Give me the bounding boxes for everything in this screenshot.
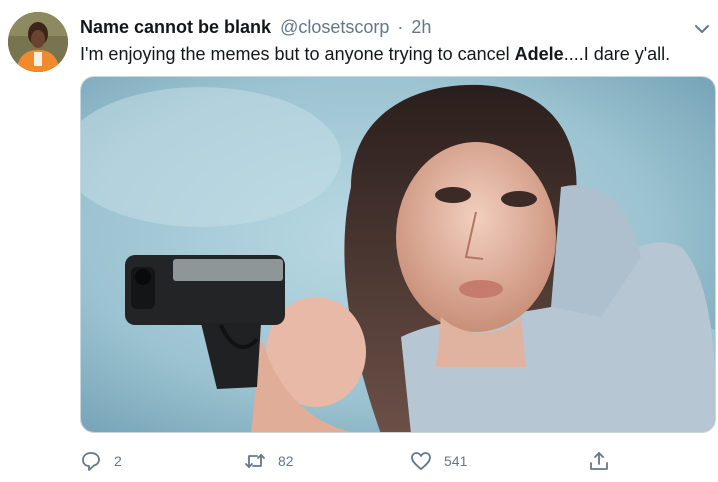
share-icon	[590, 452, 608, 470]
tweet-text-after: ....I dare y'all.	[563, 44, 671, 64]
tweet-media[interactable]	[80, 76, 716, 433]
tweet-header: Name cannot be blank @closetscorp · 2h	[80, 16, 431, 38]
reply-count: 2	[114, 453, 122, 469]
display-name[interactable]: Name cannot be blank	[80, 17, 271, 37]
timestamp[interactable]: 2h	[411, 17, 431, 37]
share-button[interactable]	[588, 446, 610, 476]
tweet-actions: 2 82 541	[80, 446, 716, 476]
reply-icon	[82, 452, 100, 471]
retweet-count: 82	[278, 453, 294, 469]
avatar[interactable]	[8, 12, 68, 72]
tweet-text: I'm enjoying the memes but to anyone try…	[80, 42, 710, 66]
tweet-photo	[81, 77, 715, 432]
like-count: 541	[444, 453, 468, 469]
retweet-icon	[245, 454, 265, 468]
avatar-image	[8, 12, 68, 72]
separator-dot: ·	[397, 17, 404, 37]
reply-button[interactable]: 2	[80, 446, 122, 476]
like-button[interactable]: 541	[410, 446, 467, 476]
heart-icon	[411, 452, 431, 470]
tweet-text-before: I'm enjoying the memes but to anyone try…	[80, 44, 515, 64]
tweet[interactable]: Name cannot be blank @closetscorp · 2h I…	[0, 0, 718, 482]
user-handle[interactable]: @closetscorp	[280, 17, 389, 37]
retweet-button[interactable]: 82	[244, 446, 294, 476]
tweet-text-bold[interactable]: Adele	[515, 44, 564, 64]
chevron-down-icon[interactable]	[691, 18, 713, 40]
